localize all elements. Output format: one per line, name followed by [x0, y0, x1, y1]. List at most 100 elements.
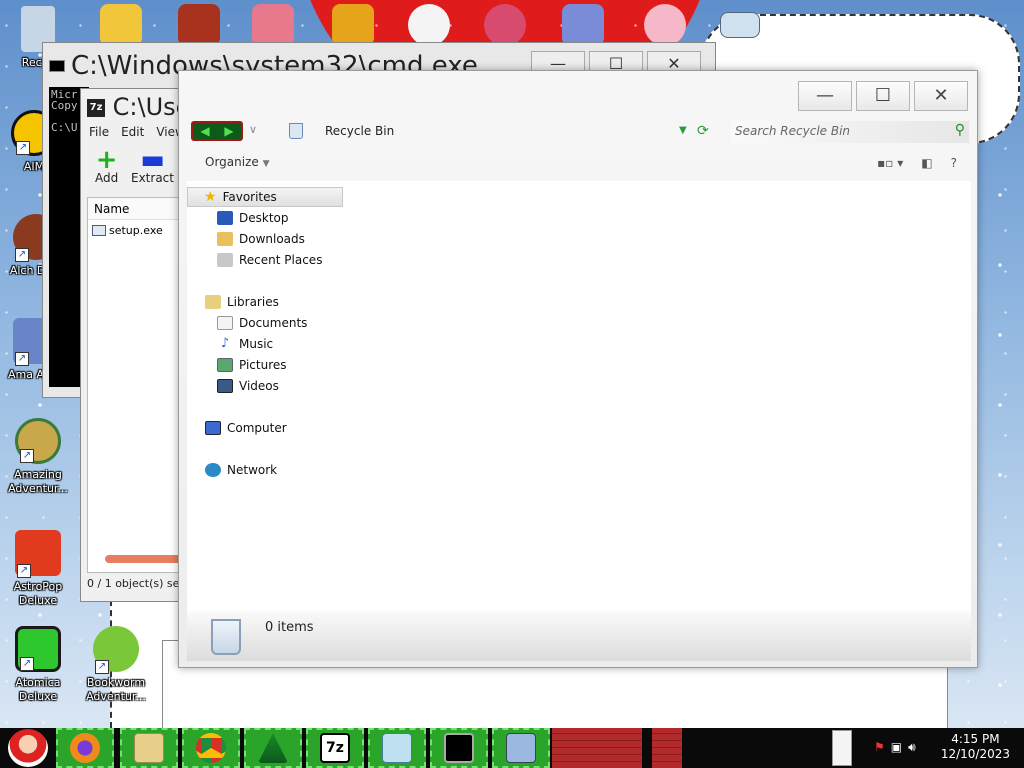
extract-button[interactable]: ▬ Extract [131, 147, 174, 185]
nav-music[interactable]: ♪ Music [217, 336, 273, 352]
taskbar-chrome[interactable] [182, 728, 240, 768]
nav-favorites[interactable]: ★ Favorites [187, 187, 343, 207]
horizontal-scrollbar[interactable] [105, 555, 185, 563]
recent-pages-chevron-icon[interactable]: ∨ [249, 123, 257, 136]
nav-documents[interactable]: Documents [217, 316, 307, 330]
desktop-icon-astropop[interactable]: ↗ AstroPop Deluxe [2, 530, 74, 608]
column-header-name[interactable]: Name [88, 198, 190, 220]
taskbar: 7z ⚑ ▣ 🔊︎ 4:15 PM 12/10/2023 [0, 728, 1024, 768]
help-button[interactable]: ? [951, 156, 957, 170]
taskbar-decoration [552, 728, 642, 768]
network-icon [205, 463, 221, 477]
network-tray-icon[interactable]: ▣ [891, 740, 902, 755]
nav-videos[interactable]: Videos [217, 379, 279, 393]
menu-edit[interactable]: Edit [121, 125, 144, 139]
7zip-menu-bar: File Edit View [89, 125, 185, 139]
add-label: Add [95, 171, 119, 185]
start-button[interactable] [2, 728, 54, 768]
documents-icon [217, 316, 233, 330]
taskbar-decoration [652, 728, 682, 768]
nav-pictures[interactable]: Pictures [217, 358, 287, 372]
bee-icon[interactable] [100, 4, 142, 46]
explorer-window[interactable]: — ☐ ✕ ◀ ▶ ∨ Recycle Bin ▼ ⟳ ⚲ Organize ▼… [178, 70, 978, 668]
shortcut-arrow-icon: ↗ [17, 564, 31, 578]
shortcut-arrow-icon: ↗ [15, 352, 29, 366]
recycle-bin-icon [211, 619, 241, 655]
shortcut-arrow-icon: ↗ [95, 660, 109, 674]
desktop-icon-amazing-adventures-2[interactable]: ↗ Amazing Adventur... [2, 418, 74, 496]
nav-downloads[interactable]: Downloads [217, 232, 305, 246]
nav-libraries[interactable]: Libraries [205, 295, 279, 309]
nav-recent-places[interactable]: Recent Places [217, 253, 322, 267]
downloads-folder-icon [217, 232, 233, 246]
menu-file[interactable]: File [89, 125, 109, 139]
nav-label: Desktop [239, 211, 289, 225]
pictures-icon [217, 358, 233, 372]
file-name: setup.exe [109, 224, 163, 237]
extract-label: Extract [131, 171, 174, 185]
nav-label: Recent Places [239, 253, 323, 267]
address-bar[interactable]: Recycle Bin [325, 124, 394, 138]
taskbar-network-app[interactable] [492, 728, 550, 768]
7zip-logo-icon: 7z [87, 99, 105, 117]
system-tray: ⚑ ▣ 🔊︎ 4:15 PM 12/10/2023 [866, 728, 1024, 768]
clock[interactable]: 4:15 PM 12/10/2023 [941, 732, 1010, 762]
7zip-window[interactable]: 7z C:\Use File Edit View + Add ▬ Extract… [80, 88, 191, 602]
tree-icon [258, 733, 288, 763]
desktop-icon-bookworm[interactable]: ↗ Bookworm Adventur... [80, 626, 152, 704]
command-bar: Organize ▼ ▪▫ ▾ ◧ ? [187, 151, 971, 181]
view-options-icon[interactable]: ▪▫ ▾ [877, 156, 903, 170]
search-icon[interactable]: ⚲ [955, 122, 965, 138]
show-desktop-strip[interactable] [832, 730, 852, 766]
santa-icon [8, 729, 48, 767]
taskbar-7zip[interactable]: 7z [306, 728, 364, 768]
explorer-content[interactable]: ★ Favorites Desktop Downloads Recent Pla… [187, 181, 971, 611]
flower-icon[interactable] [484, 4, 526, 46]
organize-button[interactable]: Organize ▼ [205, 155, 270, 169]
preview-pane-icon[interactable]: ◧ [921, 156, 932, 170]
7zip-title-bar[interactable]: 7z C:\Use [87, 93, 190, 121]
action-center-flag-icon[interactable]: ⚑ [874, 740, 885, 755]
taskbar-christmas-tree[interactable] [244, 728, 302, 768]
desktop-icon-atomica[interactable]: ↗ Atomica Deluxe [2, 626, 74, 704]
taskbar-cmd[interactable] [430, 728, 488, 768]
nav-computer[interactable]: Computer [205, 421, 287, 435]
window-icon[interactable] [720, 12, 760, 38]
flower-pink-icon[interactable] [644, 4, 686, 46]
desktop-icon-label: Amazing Adventur... [8, 468, 68, 495]
refresh-icon[interactable]: ⟳ [697, 123, 709, 139]
close-button[interactable]: ✕ [914, 81, 968, 111]
cocktail-icon[interactable] [562, 4, 604, 46]
music-icon: ♪ [220, 336, 230, 351]
address-dropdown-icon[interactable]: ▼ [679, 125, 687, 136]
nav-desktop[interactable]: Desktop [217, 211, 289, 225]
nav-network[interactable]: Network [205, 463, 277, 477]
star-icon: ★ [204, 189, 217, 205]
back-arrow-icon[interactable]: ◀ [200, 124, 209, 138]
forward-arrow-icon[interactable]: ▶ [224, 124, 233, 138]
mahjong-icon[interactable] [332, 4, 374, 46]
taskbar-firefox[interactable] [56, 728, 114, 768]
maximize-button[interactable]: ☐ [856, 81, 910, 111]
search-input[interactable] [731, 121, 931, 141]
shortcut-arrow-icon: ↗ [20, 449, 34, 463]
taskbar-file-explorer[interactable] [120, 728, 178, 768]
videos-icon [217, 379, 233, 393]
taskbar-notepad[interactable] [368, 728, 426, 768]
desktop-icon-label: Atomica Deluxe [15, 676, 61, 703]
bookworm-icon: ↗ [93, 626, 139, 674]
keyboard-icon [506, 733, 536, 763]
recent-places-icon [217, 253, 233, 267]
exe-file-icon [92, 225, 106, 236]
add-button[interactable]: + Add [95, 147, 119, 185]
minimize-button[interactable]: — [798, 81, 852, 111]
bird-icon[interactable] [408, 4, 450, 46]
search-box[interactable]: ⚲ [731, 121, 969, 143]
desktop-icon [217, 211, 233, 225]
list-item[interactable]: setup.exe [88, 220, 190, 241]
7zip-icon: 7z [320, 733, 350, 763]
candy-icon[interactable] [252, 4, 294, 46]
book-icon[interactable] [178, 4, 220, 46]
7zip-file-list[interactable]: Name setup.exe [87, 197, 191, 573]
volume-icon[interactable]: 🔊︎ [908, 740, 916, 755]
